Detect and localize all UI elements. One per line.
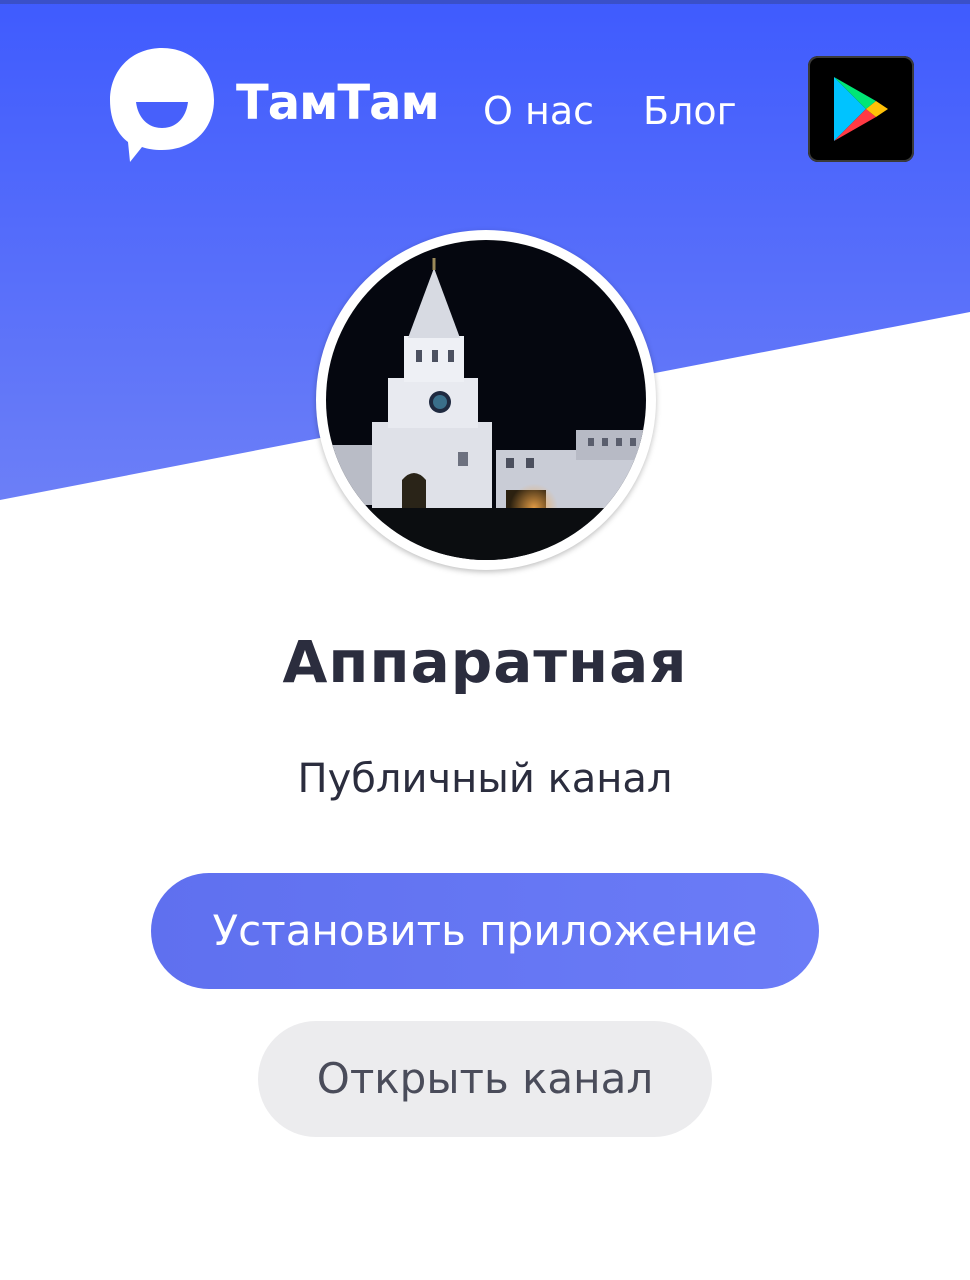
- open-channel-button[interactable]: Открыть канал: [258, 1021, 712, 1137]
- tamtam-logo-link[interactable]: ТамТам: [106, 44, 440, 168]
- kremlin-tower-photo: [326, 240, 646, 560]
- brand-name: ТамТам: [236, 75, 440, 131]
- channel-subtitle: Публичный канал: [297, 756, 673, 802]
- nav-blog-link[interactable]: Блог: [643, 88, 737, 134]
- google-play-icon: [834, 77, 888, 141]
- nav-about-link[interactable]: О нас: [483, 88, 594, 134]
- tamtam-logo-icon: [110, 48, 214, 162]
- channel-title: Аппаратная: [282, 628, 688, 696]
- google-play-button[interactable]: [808, 56, 914, 162]
- header: ТамТам О нас Блог: [0, 0, 970, 200]
- install-app-button[interactable]: Установить приложение: [151, 873, 819, 989]
- page: ТамТам О нас Блог Аппаратная Публичный к…: [0, 0, 970, 1280]
- channel-avatar: [316, 230, 656, 570]
